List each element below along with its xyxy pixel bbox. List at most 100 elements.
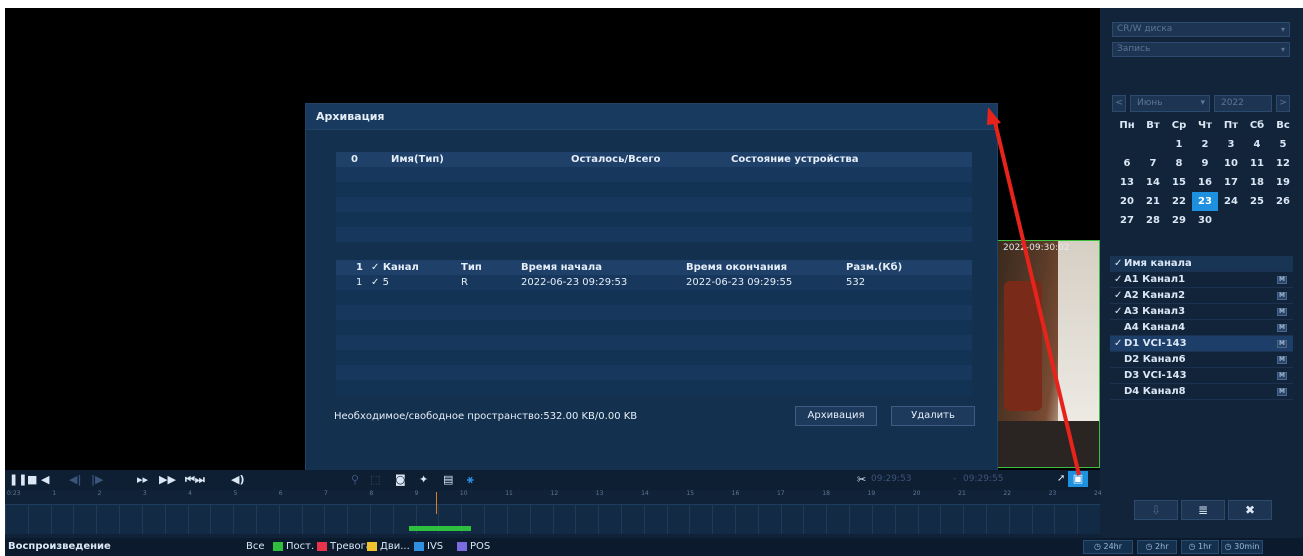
stream-badge-icon[interactable]: M — [1277, 276, 1287, 284]
video-tile[interactable]: 2022-09:30:02 — [997, 240, 1100, 468]
clip-icon[interactable]: ✂ — [857, 473, 866, 486]
stream-badge-icon[interactable]: M — [1277, 388, 1287, 396]
file-table-empty-row[interactable] — [336, 305, 972, 320]
file-cell[interactable]: ✓ 5 — [371, 277, 461, 288]
file-table-empty-row[interactable] — [336, 380, 972, 395]
record-type-select[interactable]: Запись ▾ — [1112, 42, 1290, 57]
list-icon[interactable]: ≣ — [1181, 500, 1225, 520]
file-table-empty-row[interactable] — [336, 290, 972, 305]
calendar-day[interactable]: 15 — [1166, 173, 1192, 192]
check-icon[interactable]: ✓ — [371, 262, 383, 273]
calendar-day[interactable]: 8 — [1166, 154, 1192, 173]
calendar-day[interactable]: 14 — [1140, 173, 1166, 192]
stream-badge-icon[interactable]: M — [1277, 324, 1287, 332]
check-icon[interactable]: ✓ — [1114, 274, 1124, 285]
device-table-row[interactable] — [336, 227, 972, 242]
prev-month-button[interactable]: < — [1112, 95, 1126, 112]
next-month-button[interactable]: > — [1276, 95, 1290, 112]
stream-badge-icon[interactable]: M — [1277, 308, 1287, 316]
calendar-day[interactable]: 22 — [1166, 192, 1192, 211]
stream-badge-icon[interactable]: M — [1277, 292, 1287, 300]
calendar-day[interactable]: 19 — [1270, 173, 1296, 192]
snapshot-icon[interactable]: ◙ — [395, 473, 406, 486]
calendar-day[interactable]: 24 — [1218, 192, 1244, 211]
tag-icon[interactable]: ⬚ — [370, 473, 380, 486]
calendar-day[interactable]: 4 — [1244, 135, 1270, 154]
stop-icon[interactable]: ■ — [27, 473, 37, 486]
calendar-day[interactable]: 25 — [1244, 192, 1270, 211]
reverse-play-icon[interactable]: ◀ — [41, 473, 49, 486]
time-span-button[interactable]: ◷ 24hr — [1083, 540, 1133, 554]
fast-forward-icon[interactable]: ▶▶ — [159, 473, 176, 486]
calendar-day[interactable]: 1 — [1166, 135, 1192, 154]
legend-item[interactable]: POS — [457, 541, 490, 552]
pin-icon[interactable]: ✦ — [419, 473, 428, 486]
stream-badge-icon[interactable]: M — [1277, 340, 1287, 348]
channel-list-header[interactable]: ✓ Имя канала — [1110, 256, 1293, 272]
calendar-day[interactable]: 9 — [1192, 154, 1218, 173]
step-forward-icon[interactable]: |▶ — [91, 473, 103, 486]
calendar-day[interactable]: 20 — [1114, 192, 1140, 211]
device-table-row[interactable] — [336, 167, 972, 182]
calendar-day[interactable]: 29 — [1166, 211, 1192, 230]
calendar-day[interactable]: 18 — [1244, 173, 1270, 192]
pause-icon[interactable]: ❚❚ — [9, 473, 27, 486]
year-field[interactable]: 2022 — [1214, 95, 1272, 112]
calendar-day[interactable]: 5 — [1270, 135, 1296, 154]
file-table-empty-row[interactable] — [336, 335, 972, 350]
calendar-day[interactable]: 6 — [1114, 154, 1140, 173]
calendar-day[interactable]: 16 — [1192, 173, 1218, 192]
step-back-icon[interactable]: ◀| — [69, 473, 81, 486]
download-icon[interactable]: ⇩ — [1134, 500, 1178, 520]
channel-row[interactable]: D2 Канал6 M — [1110, 352, 1293, 368]
check-icon[interactable]: ✓ — [1114, 290, 1124, 301]
check-icon[interactable]: ✓ — [371, 277, 383, 288]
calendar-day[interactable]: 12 — [1270, 154, 1296, 173]
calendar-day[interactable]: 17 — [1218, 173, 1244, 192]
archive-button[interactable]: Архивация — [795, 406, 877, 426]
file-table-empty-row[interactable] — [336, 365, 972, 380]
calendar-day[interactable]: 7 — [1140, 154, 1166, 173]
calendar-day[interactable]: 28 — [1140, 211, 1166, 230]
delete-button[interactable]: Удалить — [891, 406, 975, 426]
time-span-button[interactable]: ◷ 1hr — [1181, 540, 1219, 554]
timeline[interactable]: 0:23 1 2 3 4 5 6 7 8 9 10 11 12 13 14 15 16 17 18 19 20 21 22 2… — [5, 490, 1102, 538]
calendar-day[interactable]: 10 — [1218, 154, 1244, 173]
disk-select[interactable]: CR/W диска ▾ — [1112, 22, 1290, 37]
calendar-day[interactable]: 30 — [1192, 211, 1218, 230]
device-table-row[interactable] — [336, 212, 972, 227]
previous-next-icon[interactable]: ⏮⏭ — [185, 473, 205, 487]
channel-row[interactable]: A4 Канал4 M — [1110, 320, 1293, 336]
time-span-button[interactable]: ◷ 2hr — [1137, 540, 1177, 554]
stream-icon[interactable]: ⚹ — [467, 473, 474, 487]
device-table-row[interactable] — [336, 197, 972, 212]
file-column-header[interactable]: ✓ Канал — [371, 262, 461, 273]
tag-list-icon[interactable]: ▤ — [443, 473, 453, 486]
file-table-empty-row[interactable] — [336, 350, 972, 365]
legend-item[interactable]: Все — [233, 541, 265, 552]
legend-item[interactable]: Дви... — [367, 541, 410, 552]
legend-item[interactable]: Тревога — [317, 541, 372, 552]
stream-badge-icon[interactable]: M — [1277, 372, 1287, 380]
calendar-day[interactable]: 27 — [1114, 211, 1140, 230]
check-icon[interactable]: ✓ — [1114, 306, 1124, 317]
channel-row[interactable]: ✓ D1 VCI-143 M — [1110, 336, 1293, 352]
legend-item[interactable]: IVS — [414, 541, 443, 552]
calendar-day[interactable]: 23 — [1192, 192, 1218, 211]
legend-item[interactable]: Пост. — [273, 541, 314, 552]
channel-row[interactable]: ✓ A1 Канал1 M — [1110, 272, 1293, 288]
check-icon[interactable]: ✓ — [1114, 338, 1124, 349]
stream-badge-icon[interactable]: M — [1277, 356, 1287, 364]
shrink-icon[interactable]: ✖ — [1228, 500, 1272, 520]
calendar-day[interactable]: 11 — [1244, 154, 1270, 173]
slow-play-icon[interactable]: ▸▸ — [137, 473, 148, 486]
channel-row[interactable]: D3 VCI-143 M — [1110, 368, 1293, 384]
calendar-day[interactable]: 26 — [1270, 192, 1296, 211]
calendar-day[interactable]: 2 — [1192, 135, 1218, 154]
channel-row[interactable]: ✓ A2 Канал2 M — [1110, 288, 1293, 304]
channel-row[interactable]: D4 Канал8 M — [1110, 384, 1293, 400]
calendar-day[interactable]: 3 — [1218, 135, 1244, 154]
calendar-day[interactable]: 21 — [1140, 192, 1166, 211]
channel-row[interactable]: ✓ A3 Канал3 M — [1110, 304, 1293, 320]
backup-icon[interactable]: ▣ — [1068, 471, 1088, 487]
